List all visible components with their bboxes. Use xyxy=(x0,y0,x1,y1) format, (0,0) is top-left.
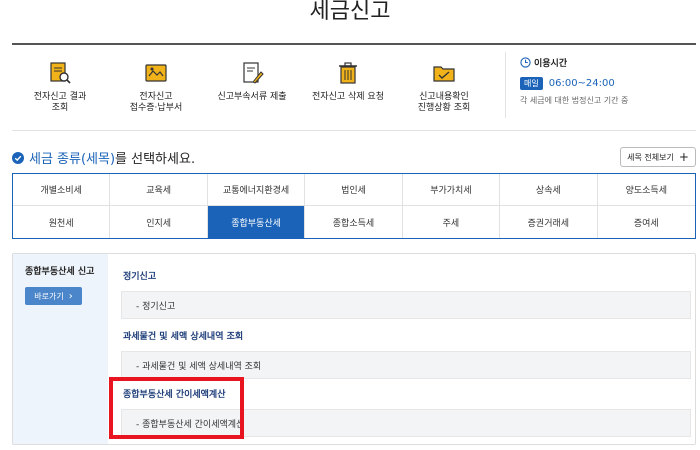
service-label: 전자신고 삭제 요청 xyxy=(312,92,384,102)
view-all-label: 세목 전체보기 xyxy=(627,152,674,162)
detail-group-title: 정기신고 xyxy=(123,272,157,282)
usage-hours-panel: 이용시간 매일 06:00~24:00 각 세금에 대한 법정신고 기간 중 xyxy=(505,52,696,118)
service-result-inquiry[interactable]: 전자신고 결과 조회 xyxy=(12,52,108,122)
tax-type-item[interactable]: 증권거래세 xyxy=(500,206,598,238)
detail-group-title: 과세물건 및 세액 상세내역 조회 xyxy=(123,332,244,342)
view-all-tax-types-button[interactable]: 세목 전체보기 + xyxy=(620,147,696,167)
tax-type-heading-accent: 세금 종류(세목) xyxy=(29,152,116,167)
tax-type-grid: 개별소비세 교육세 교통에너지환경세 법인세 부가가치세 상속세 양도소득세 원… xyxy=(12,173,696,239)
detail-group-property-inquiry: 과세물건 및 세액 상세내역 조회 - 과세물건 및 세액 상세내역 조회 xyxy=(121,329,691,379)
tax-type-item[interactable]: 상속세 xyxy=(500,174,598,206)
highlight-box xyxy=(109,377,244,439)
detail-group-link[interactable]: - 과세물건 및 세액 상세내역 조회 xyxy=(121,351,691,379)
document-submit-icon xyxy=(243,62,264,84)
detail-group-link[interactable]: - 정기신고 xyxy=(121,291,691,319)
go-button-label: 바로가기 xyxy=(34,291,64,301)
tax-type-item[interactable]: 증여세 xyxy=(598,206,695,238)
check-circle-icon xyxy=(12,151,24,164)
service-progress-inquiry[interactable]: 신고내용확인 진행상황 조회 xyxy=(396,52,492,122)
folder-check-icon xyxy=(433,66,455,82)
tax-type-item[interactable]: 주세 xyxy=(403,206,501,238)
section-divider xyxy=(12,130,696,131)
tax-type-item[interactable]: 교육세 xyxy=(110,174,208,206)
plus-icon: + xyxy=(678,150,689,164)
service-receipt[interactable]: 전자신고 접수증·납부서 xyxy=(108,52,204,122)
usage-hours-title: 이용시간 xyxy=(520,56,696,69)
page-title: 세금신고 xyxy=(309,0,391,24)
detail-sidebar-title: 종합부동산세 신고 xyxy=(25,267,95,277)
usage-hours-time: 06:00~24:00 xyxy=(548,78,615,89)
tax-type-item[interactable]: 양도소득세 xyxy=(597,174,695,206)
service-label: 전자신고 결과 조회 xyxy=(33,92,87,113)
usage-hours-row: 매일 06:00~24:00 xyxy=(520,77,696,90)
tax-type-item[interactable]: 법인세 xyxy=(305,174,403,206)
daily-badge: 매일 xyxy=(520,77,543,90)
tax-type-item[interactable]: 인지세 xyxy=(110,206,208,238)
tax-type-item[interactable]: 종합부동산세 xyxy=(207,206,306,238)
tax-type-item[interactable]: 원천세 xyxy=(13,206,111,238)
service-label: 신고내용확인 진행상황 조회 xyxy=(417,92,471,113)
tax-type-heading-rest: 를 선택하세요. xyxy=(115,152,196,167)
usage-hours-note: 각 세금에 대한 법정신고 기간 중 xyxy=(520,96,629,105)
service-label: 신고부속서류 제출 xyxy=(217,92,287,102)
tax-type-item[interactable]: 개별소비세 xyxy=(13,174,111,206)
tax-type-item[interactable]: 부가가치세 xyxy=(402,174,501,206)
service-delete-request[interactable]: 전자신고 삭제 요청 xyxy=(300,52,396,122)
receipt-icon xyxy=(145,64,167,82)
chevron-right-icon: › xyxy=(68,290,73,302)
tax-type-item[interactable]: 종합소득세 xyxy=(305,206,403,238)
service-shortcuts: 전자신고 결과 조회 전자신고 접수증·납부서 신고부속서류 제출 전자신고 삭… xyxy=(12,52,502,122)
usage-hours-title-text: 이용시간 xyxy=(534,59,568,69)
title-divider xyxy=(12,43,696,45)
service-label: 전자신고 접수증·납부서 xyxy=(129,92,183,113)
document-search-icon xyxy=(50,62,71,84)
tax-type-heading: 세금 종류(세목) 를 선택하세요. xyxy=(12,148,195,167)
clock-icon xyxy=(520,57,531,68)
detail-group-regular: 정기신고 - 정기신고 xyxy=(121,269,691,319)
tax-type-item[interactable]: 교통에너지환경세 xyxy=(207,174,306,206)
trash-icon xyxy=(339,62,357,84)
go-button[interactable]: 바로가기 › xyxy=(25,287,82,305)
detail-sidebar: 종합부동산세 신고 바로가기 › xyxy=(13,254,108,444)
service-attachment-submit[interactable]: 신고부속서류 제출 xyxy=(204,52,300,122)
